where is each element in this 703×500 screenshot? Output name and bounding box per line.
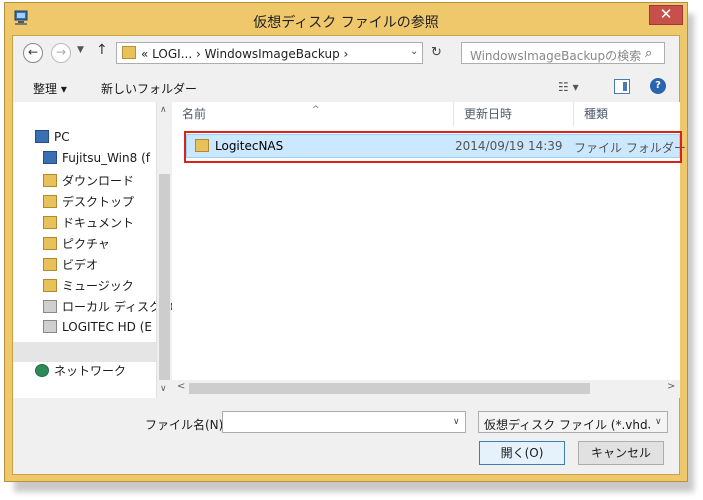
- chevron-down-icon[interactable]: ∨: [453, 417, 460, 427]
- nav-item-desktop[interactable]: デスクトップ: [43, 193, 134, 211]
- column-header-label: 名前: [182, 107, 207, 121]
- drive-icon: [43, 320, 57, 333]
- file-list: 名前 ^ 更新日時 種類 LogitecNAS 2014/09/19 14:39…: [172, 102, 686, 398]
- network-icon: [35, 364, 49, 377]
- preview-pane-icon[interactable]: [614, 79, 630, 94]
- search-icon[interactable]: ⌕: [645, 46, 652, 61]
- nav-item-documents[interactable]: ドキュメント: [43, 214, 134, 232]
- nav-item-label: ピクチャ: [62, 237, 110, 251]
- file-type-filter-value: 仮想ディスク ファイル (*.vhd、*.vh: [484, 418, 650, 432]
- folder-icon: [43, 195, 57, 208]
- breadcrumb[interactable]: « LOGI... › WindowsImageBackup ›: [141, 47, 348, 61]
- nav-selection-highlight: [13, 342, 156, 362]
- help-icon[interactable]: ?: [650, 78, 666, 94]
- forward-button[interactable]: →: [51, 43, 71, 63]
- nav-item-label: ドキュメント: [62, 216, 135, 230]
- column-header-modified[interactable]: 更新日時: [454, 102, 574, 126]
- nav-item-label: ネットワーク: [54, 364, 127, 378]
- window-title: 仮想ディスク ファイルの参照: [253, 15, 439, 31]
- nav-item-label: ビデオ: [62, 258, 99, 272]
- filename-input[interactable]: ∨: [222, 411, 466, 433]
- nav-item-network[interactable]: ネットワーク: [35, 362, 126, 380]
- search-placeholder: WindowsImageBackupの検索: [470, 49, 642, 63]
- nav-item-pc[interactable]: PC: [35, 130, 70, 148]
- scroll-left-button[interactable]: <: [177, 381, 185, 392]
- folder-icon: [122, 46, 136, 59]
- nav-scrollbar-thumb[interactable]: [159, 174, 170, 380]
- file-type-filter-select[interactable]: 仮想ディスク ファイル (*.vhd、*.vh ∨: [478, 411, 668, 433]
- refresh-button[interactable]: ↻: [431, 45, 442, 60]
- navigation-pane: PC Fujitsu_Win8 (f ダウンロード デスクトップ ドキュメント …: [13, 102, 178, 398]
- recent-locations-button[interactable]: ▼: [77, 45, 84, 55]
- filename-label: ファイル名(N):: [145, 418, 228, 432]
- folder-icon: [43, 174, 57, 187]
- address-bar[interactable]: « LOGI... › WindowsImageBackup ›: [116, 42, 423, 64]
- up-button[interactable]: ↑: [96, 42, 108, 58]
- dialog-client-area: ← → ▼ ↑ « LOGI... › WindowsImageBackup ›…: [12, 35, 686, 475]
- cancel-button[interactable]: キャンセル: [578, 441, 664, 465]
- nav-item-downloads[interactable]: ダウンロード: [43, 172, 134, 190]
- titlebar[interactable]: 仮想ディスク ファイルの参照 ✕: [5, 3, 687, 35]
- new-folder-button[interactable]: 新しいフォルダー: [101, 80, 197, 97]
- nav-item-videos[interactable]: ビデオ: [43, 256, 98, 274]
- column-header-label: 更新日時: [464, 107, 513, 121]
- folder-icon: [43, 237, 57, 250]
- column-header-label: 種類: [584, 107, 609, 121]
- annotation-highlight-box: [184, 131, 682, 163]
- sort-ascending-icon: ^: [312, 105, 320, 115]
- toolbar: 整理 ▾ 新しいフォルダー ☷ ▾ ?: [13, 74, 679, 102]
- scroll-down-button[interactable]: ∨: [160, 384, 167, 394]
- file-list-scrollbar-thumb[interactable]: [189, 383, 590, 394]
- nav-item-logitec-hd[interactable]: LOGITEC HD (E: [43, 320, 152, 338]
- chevron-down-icon[interactable]: ∨: [655, 417, 662, 427]
- nav-item-label: ミュージック: [62, 279, 134, 293]
- windows-drive-icon: [43, 300, 57, 313]
- nav-item-pictures[interactable]: ピクチャ: [43, 235, 110, 253]
- column-header-type[interactable]: 種類: [574, 102, 680, 126]
- file-dialog-window: 仮想ディスク ファイルの参照 ✕ ← → ▼ ↑ « LOGI... › Win…: [4, 2, 688, 482]
- column-header-name[interactable]: 名前 ^: [172, 102, 454, 126]
- nav-item-fujitsu[interactable]: Fujitsu_Win8 (f: [43, 151, 150, 169]
- folder-icon: [43, 258, 57, 271]
- view-options-icon[interactable]: ☷ ▾: [558, 80, 579, 94]
- open-button[interactable]: 開く(O): [479, 441, 565, 465]
- nav-item-label: デスクトップ: [62, 195, 135, 209]
- folder-icon: [43, 216, 57, 229]
- search-input[interactable]: WindowsImageBackupの検索 ⌕: [461, 42, 665, 64]
- user-folder-icon: [43, 151, 57, 164]
- pc-icon: [35, 130, 49, 143]
- nav-item-label: PC: [54, 130, 70, 144]
- scroll-up-button[interactable]: ∧: [160, 105, 167, 115]
- file-list-scrollbar[interactable]: < >: [172, 380, 680, 398]
- folder-icon: [43, 279, 57, 292]
- scroll-right-button[interactable]: >: [667, 381, 675, 392]
- organize-button[interactable]: 整理 ▾: [33, 80, 67, 97]
- back-button[interactable]: ←: [23, 43, 43, 63]
- nav-item-music[interactable]: ミュージック: [43, 277, 134, 295]
- close-button[interactable]: ✕: [649, 5, 683, 25]
- nav-item-label: LOGITEC HD (E: [62, 320, 152, 334]
- nav-item-label: Fujitsu_Win8 (f: [62, 151, 150, 165]
- nav-scrollbar[interactable]: ∧ ∨: [156, 102, 171, 398]
- nav-item-label: ダウンロード: [62, 174, 135, 188]
- address-dropdown-button[interactable]: ⌄: [410, 46, 418, 57]
